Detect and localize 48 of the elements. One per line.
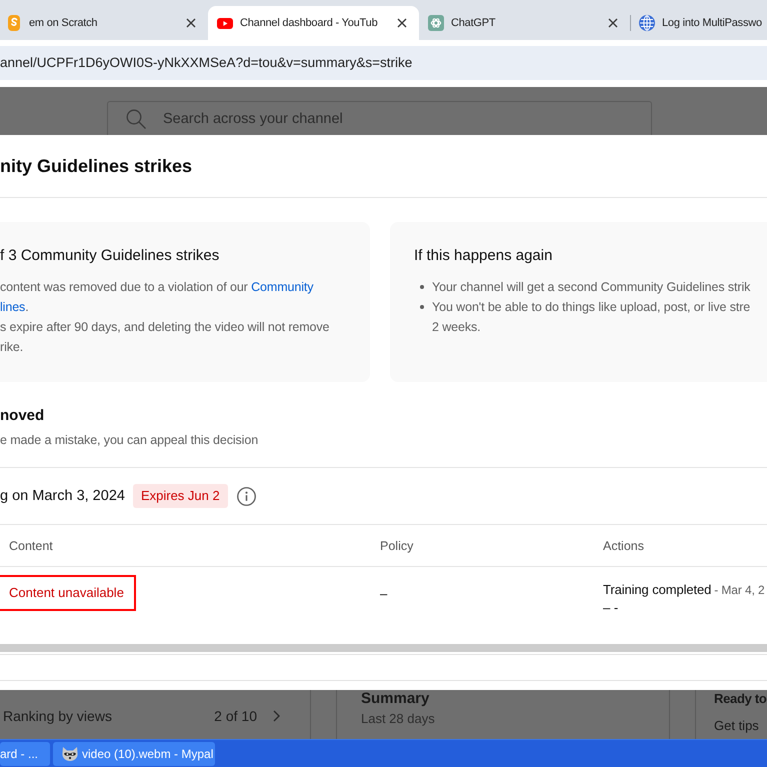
bullet-icon — [420, 285, 424, 289]
section-title: noved — [0, 406, 46, 426]
table-cell: – — [380, 586, 388, 601]
card-subtitle: Get tips — [714, 718, 759, 734]
dialog-title: nity Guidelines strikes — [0, 155, 192, 178]
browser-tab[interactable]: Channel dashboard - YouTub — [208, 6, 419, 40]
globe-icon — [639, 15, 655, 31]
strike-date: g on March 3, 2024 — [0, 487, 125, 506]
ranking-count: 2 of 10 — [214, 707, 257, 725]
section-text: e made a mistake, you can appeal this decision — [0, 432, 260, 449]
ranking-label: Ranking by views — [3, 707, 113, 725]
card-title: Ready to — [714, 690, 767, 708]
browser-tab[interactable]: Log into MultiPasswo — [630, 6, 767, 40]
card-title: Summary — [361, 690, 430, 708]
action-text: Training completed - Mar 4, 2 — [603, 581, 766, 599]
action-note: – - — [603, 600, 618, 616]
address-bar[interactable]: annel/UCPFr1D6yOWI0S-yNkXXMSeA?d=tou&v=summary&s=strike — [0, 46, 767, 80]
card-title: f 3 Community Guidelines strikes — [0, 246, 220, 266]
search-icon — [126, 109, 146, 129]
browser-tab[interactable]: ChatGPT — [419, 6, 630, 40]
s-logo-icon — [8, 15, 20, 31]
card-subtitle: Last 28 days — [361, 711, 436, 727]
bullet-text: Your channel will get a second Community Guidelines strik — [432, 279, 750, 296]
search-field[interactable]: Search across your channel — [107, 101, 652, 135]
table-cell: Content unavailable — [0, 575, 136, 611]
browser-tab[interactable]: em on Scratch — [0, 6, 208, 40]
raccoon-icon — [62, 746, 78, 762]
expiry-badge: Expires Jun 2 — [132, 484, 228, 508]
taskbar-button[interactable]: ard - ... — [0, 742, 50, 766]
column-header: Content — [9, 538, 53, 552]
link[interactable]: Community — [251, 280, 314, 294]
scrollbar[interactable] — [0, 644, 767, 652]
play-button-icon — [217, 18, 233, 28]
flower-logo-icon — [428, 15, 444, 31]
body-text: content was removed due to a violation of our Community lines. — [0, 279, 314, 316]
column-header: Policy — [380, 538, 414, 552]
body-text: s expire after 90 days, and deleting the video will not remove rike. — [0, 319, 330, 356]
chevron-right-icon[interactable] — [273, 710, 280, 722]
bullet-text: You won't be able to do things like upload, post, or live stre 2 weeks. — [432, 299, 750, 336]
column-header: Actions — [603, 538, 644, 552]
close-icon[interactable] — [397, 18, 407, 28]
info-icon[interactable] — [236, 486, 256, 506]
close-icon[interactable] — [608, 18, 618, 28]
link[interactable]: lines — [0, 300, 26, 314]
close-icon[interactable] — [186, 18, 196, 28]
bullet-icon — [420, 305, 424, 309]
card-title: If this happens again — [414, 246, 554, 266]
taskbar-button[interactable]: video (10).webm - Mypal — [53, 742, 215, 766]
